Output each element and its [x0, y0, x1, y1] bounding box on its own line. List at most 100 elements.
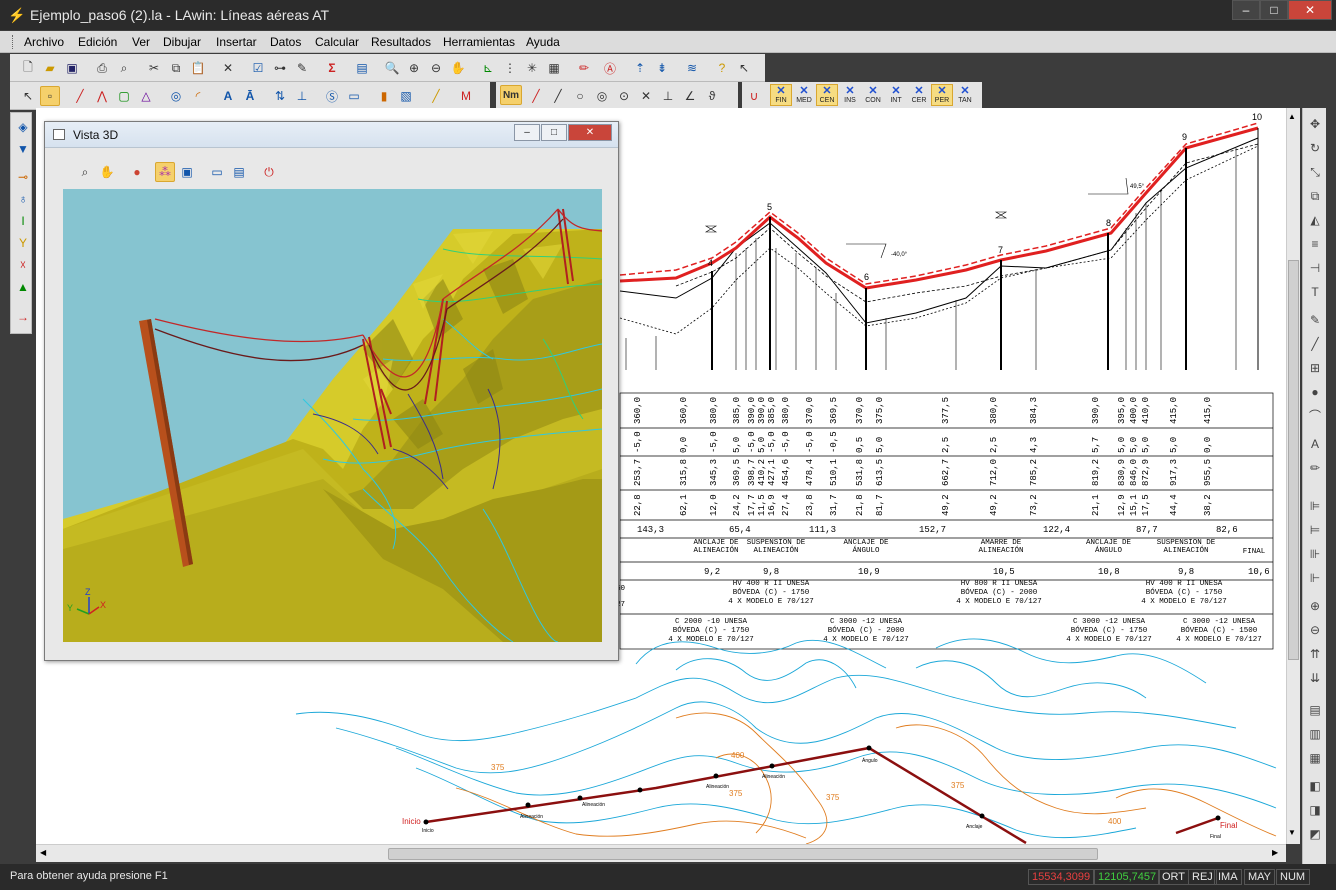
open-folder-icon[interactable]: ▰: [40, 58, 60, 78]
fillet-icon[interactable]: ●: [1307, 384, 1323, 400]
scroll-left-icon[interactable]: ◀: [40, 848, 46, 857]
align-center-icon[interactable]: ⊨: [1307, 522, 1323, 538]
stack-icon[interactable]: ≋: [682, 58, 702, 78]
trim-icon[interactable]: ⊣: [1307, 260, 1323, 276]
grid-icon[interactable]: ⋮: [500, 58, 520, 78]
select-arrow-icon[interactable]: ↖: [18, 86, 38, 106]
break-icon[interactable]: ✎: [1307, 312, 1323, 328]
mirror-icon[interactable]: ◭: [1307, 212, 1323, 228]
stretch-icon[interactable]: ⊞: [1307, 360, 1323, 376]
rectangle-icon[interactable]: ▢: [114, 86, 134, 106]
vertical-scrollbar[interactable]: ▲ ▼: [1286, 108, 1300, 844]
bring-front-icon[interactable]: ⇈: [1307, 646, 1323, 662]
status-ima[interactable]: IMA: [1214, 869, 1242, 885]
explode-icon[interactable]: ▦: [1307, 750, 1323, 766]
zoom-icon[interactable]: 🔍: [382, 58, 402, 78]
zoom-preview-icon[interactable]: ⌕: [75, 162, 95, 182]
insert-block-icon[interactable]: ▥: [1307, 726, 1323, 742]
toolbar-grip[interactable]: [12, 35, 15, 49]
check-icon[interactable]: ☑: [248, 58, 268, 78]
ungroup-icon[interactable]: ⊖: [1307, 622, 1323, 638]
delete-icon[interactable]: ✕: [218, 58, 238, 78]
paste-icon[interactable]: 📋: [188, 58, 208, 78]
measure-icon[interactable]: M: [456, 86, 476, 106]
menu-edicion[interactable]: Edición: [78, 35, 117, 49]
join-icon[interactable]: ╱: [1307, 336, 1323, 352]
group-icon[interactable]: ⊕: [1307, 598, 1323, 614]
align-left-icon[interactable]: ⊫: [1307, 498, 1323, 514]
scroll-right-icon[interactable]: ▶: [1272, 848, 1278, 857]
power-icon[interactable]: ⏻: [259, 162, 279, 182]
layers-icon[interactable]: ▦: [544, 58, 564, 78]
status-ort[interactable]: ORT: [1158, 869, 1190, 885]
view-3d-maximize-button[interactable]: □: [541, 124, 567, 141]
properties-icon[interactable]: ✏: [1307, 460, 1323, 476]
snap-cer[interactable]: ✕ CER: [908, 84, 930, 106]
snap-fin[interactable]: ✕ FIN: [770, 84, 792, 106]
tower-tool-icon[interactable]: ☓: [15, 257, 31, 273]
vertical-scroll-thumb[interactable]: [1288, 260, 1299, 660]
context-help-icon[interactable]: ↖: [734, 58, 754, 78]
snap-perp-icon[interactable]: ⊥: [658, 86, 678, 106]
distribute-icon[interactable]: ⊩: [1307, 570, 1323, 586]
menu-herramientas[interactable]: Herramientas: [443, 35, 515, 49]
support-tool-icon[interactable]: I: [15, 213, 31, 229]
pan-hand-icon[interactable]: ✋: [97, 162, 117, 182]
view-3d-viewport[interactable]: Z Y X: [63, 189, 602, 642]
chamfer-icon[interactable]: ⌒: [1307, 408, 1323, 424]
minimize-button[interactable]: –: [1232, 0, 1260, 20]
foundation-tool-icon[interactable]: ▲: [15, 279, 31, 295]
color-mode-icon[interactable]: ⁂: [155, 162, 175, 182]
text-style-icon[interactable]: Ⓐ: [600, 58, 620, 78]
save-icon[interactable]: ▣: [62, 58, 82, 78]
snap-cen[interactable]: ✕ CEN: [816, 84, 838, 106]
arc-icon[interactable]: ◜: [188, 86, 208, 106]
layer-front-icon[interactable]: ◧: [1307, 778, 1323, 794]
pencil-icon[interactable]: ✏: [574, 58, 594, 78]
menu-datos[interactable]: Datos: [270, 35, 301, 49]
results-icon[interactable]: ▤: [352, 58, 372, 78]
hatch-icon[interactable]: ▧: [396, 86, 416, 106]
select-window-icon[interactable]: ▫: [40, 86, 60, 106]
magnet-icon[interactable]: ∪: [744, 86, 764, 106]
scroll-down-icon[interactable]: ▼: [1288, 828, 1296, 837]
snap-tangent-icon[interactable]: ϑ: [702, 86, 722, 106]
axes-icon[interactable]: ⊾: [478, 58, 498, 78]
maximize-button[interactable]: □: [1260, 0, 1288, 20]
view-3d-minimize-button[interactable]: –: [514, 124, 540, 141]
text-icon[interactable]: A: [218, 86, 238, 106]
layer-back-icon[interactable]: ◨: [1307, 802, 1323, 818]
zoom-out-icon[interactable]: ⊖: [426, 58, 446, 78]
film-icon[interactable]: ▣: [177, 162, 197, 182]
dimension-icon[interactable]: ⊥: [292, 86, 312, 106]
edit-text-icon[interactable]: A: [1307, 436, 1323, 452]
snap-ins[interactable]: ✕ INS: [839, 84, 861, 106]
view-3d-titlebar[interactable]: Vista 3D – □ ✕: [45, 122, 618, 148]
snap-med[interactable]: ✕ MED: [793, 84, 815, 106]
snap-line-icon[interactable]: ╱: [526, 86, 546, 106]
cut-icon[interactable]: ✂: [144, 58, 164, 78]
send-back-icon[interactable]: ⇊: [1307, 670, 1323, 686]
status-rej[interactable]: REJ: [1188, 869, 1217, 885]
triangle-icon[interactable]: △: [136, 86, 156, 106]
menu-insertar[interactable]: Insertar: [216, 35, 257, 49]
menu-calcular[interactable]: Calcular: [315, 35, 359, 49]
screen-capture-icon[interactable]: ▤: [229, 162, 249, 182]
copy-icon[interactable]: ⧉: [166, 58, 186, 78]
move-icon[interactable]: ⇅: [270, 86, 290, 106]
export-icon[interactable]: ⇟: [652, 58, 672, 78]
snap-diagonal-icon[interactable]: ╱: [548, 86, 568, 106]
terrain-tool-icon[interactable]: ▼: [15, 141, 31, 157]
hierarchy-icon[interactable]: ⊶: [270, 58, 290, 78]
print-icon[interactable]: ⎙: [92, 58, 112, 78]
status-num[interactable]: NUM: [1276, 869, 1310, 885]
snap-intersect-icon[interactable]: ✕: [636, 86, 656, 106]
menu-archivo[interactable]: Archivo: [24, 35, 64, 49]
window-view-icon[interactable]: ▭: [207, 162, 227, 182]
view-3d-close-button[interactable]: ✕: [568, 124, 612, 141]
status-may[interactable]: MAY: [1244, 869, 1276, 885]
view-3d-window[interactable]: Vista 3D – □ ✕ ⌕ ✋ ● ⁂ ▣ ▭ ▤ ⏻ Z Y X: [44, 121, 619, 661]
crossarm-tool-icon[interactable]: Y: [15, 235, 31, 251]
snap-per[interactable]: ✕ PER: [931, 84, 953, 106]
menu-dibujar[interactable]: Dibujar: [163, 35, 201, 49]
